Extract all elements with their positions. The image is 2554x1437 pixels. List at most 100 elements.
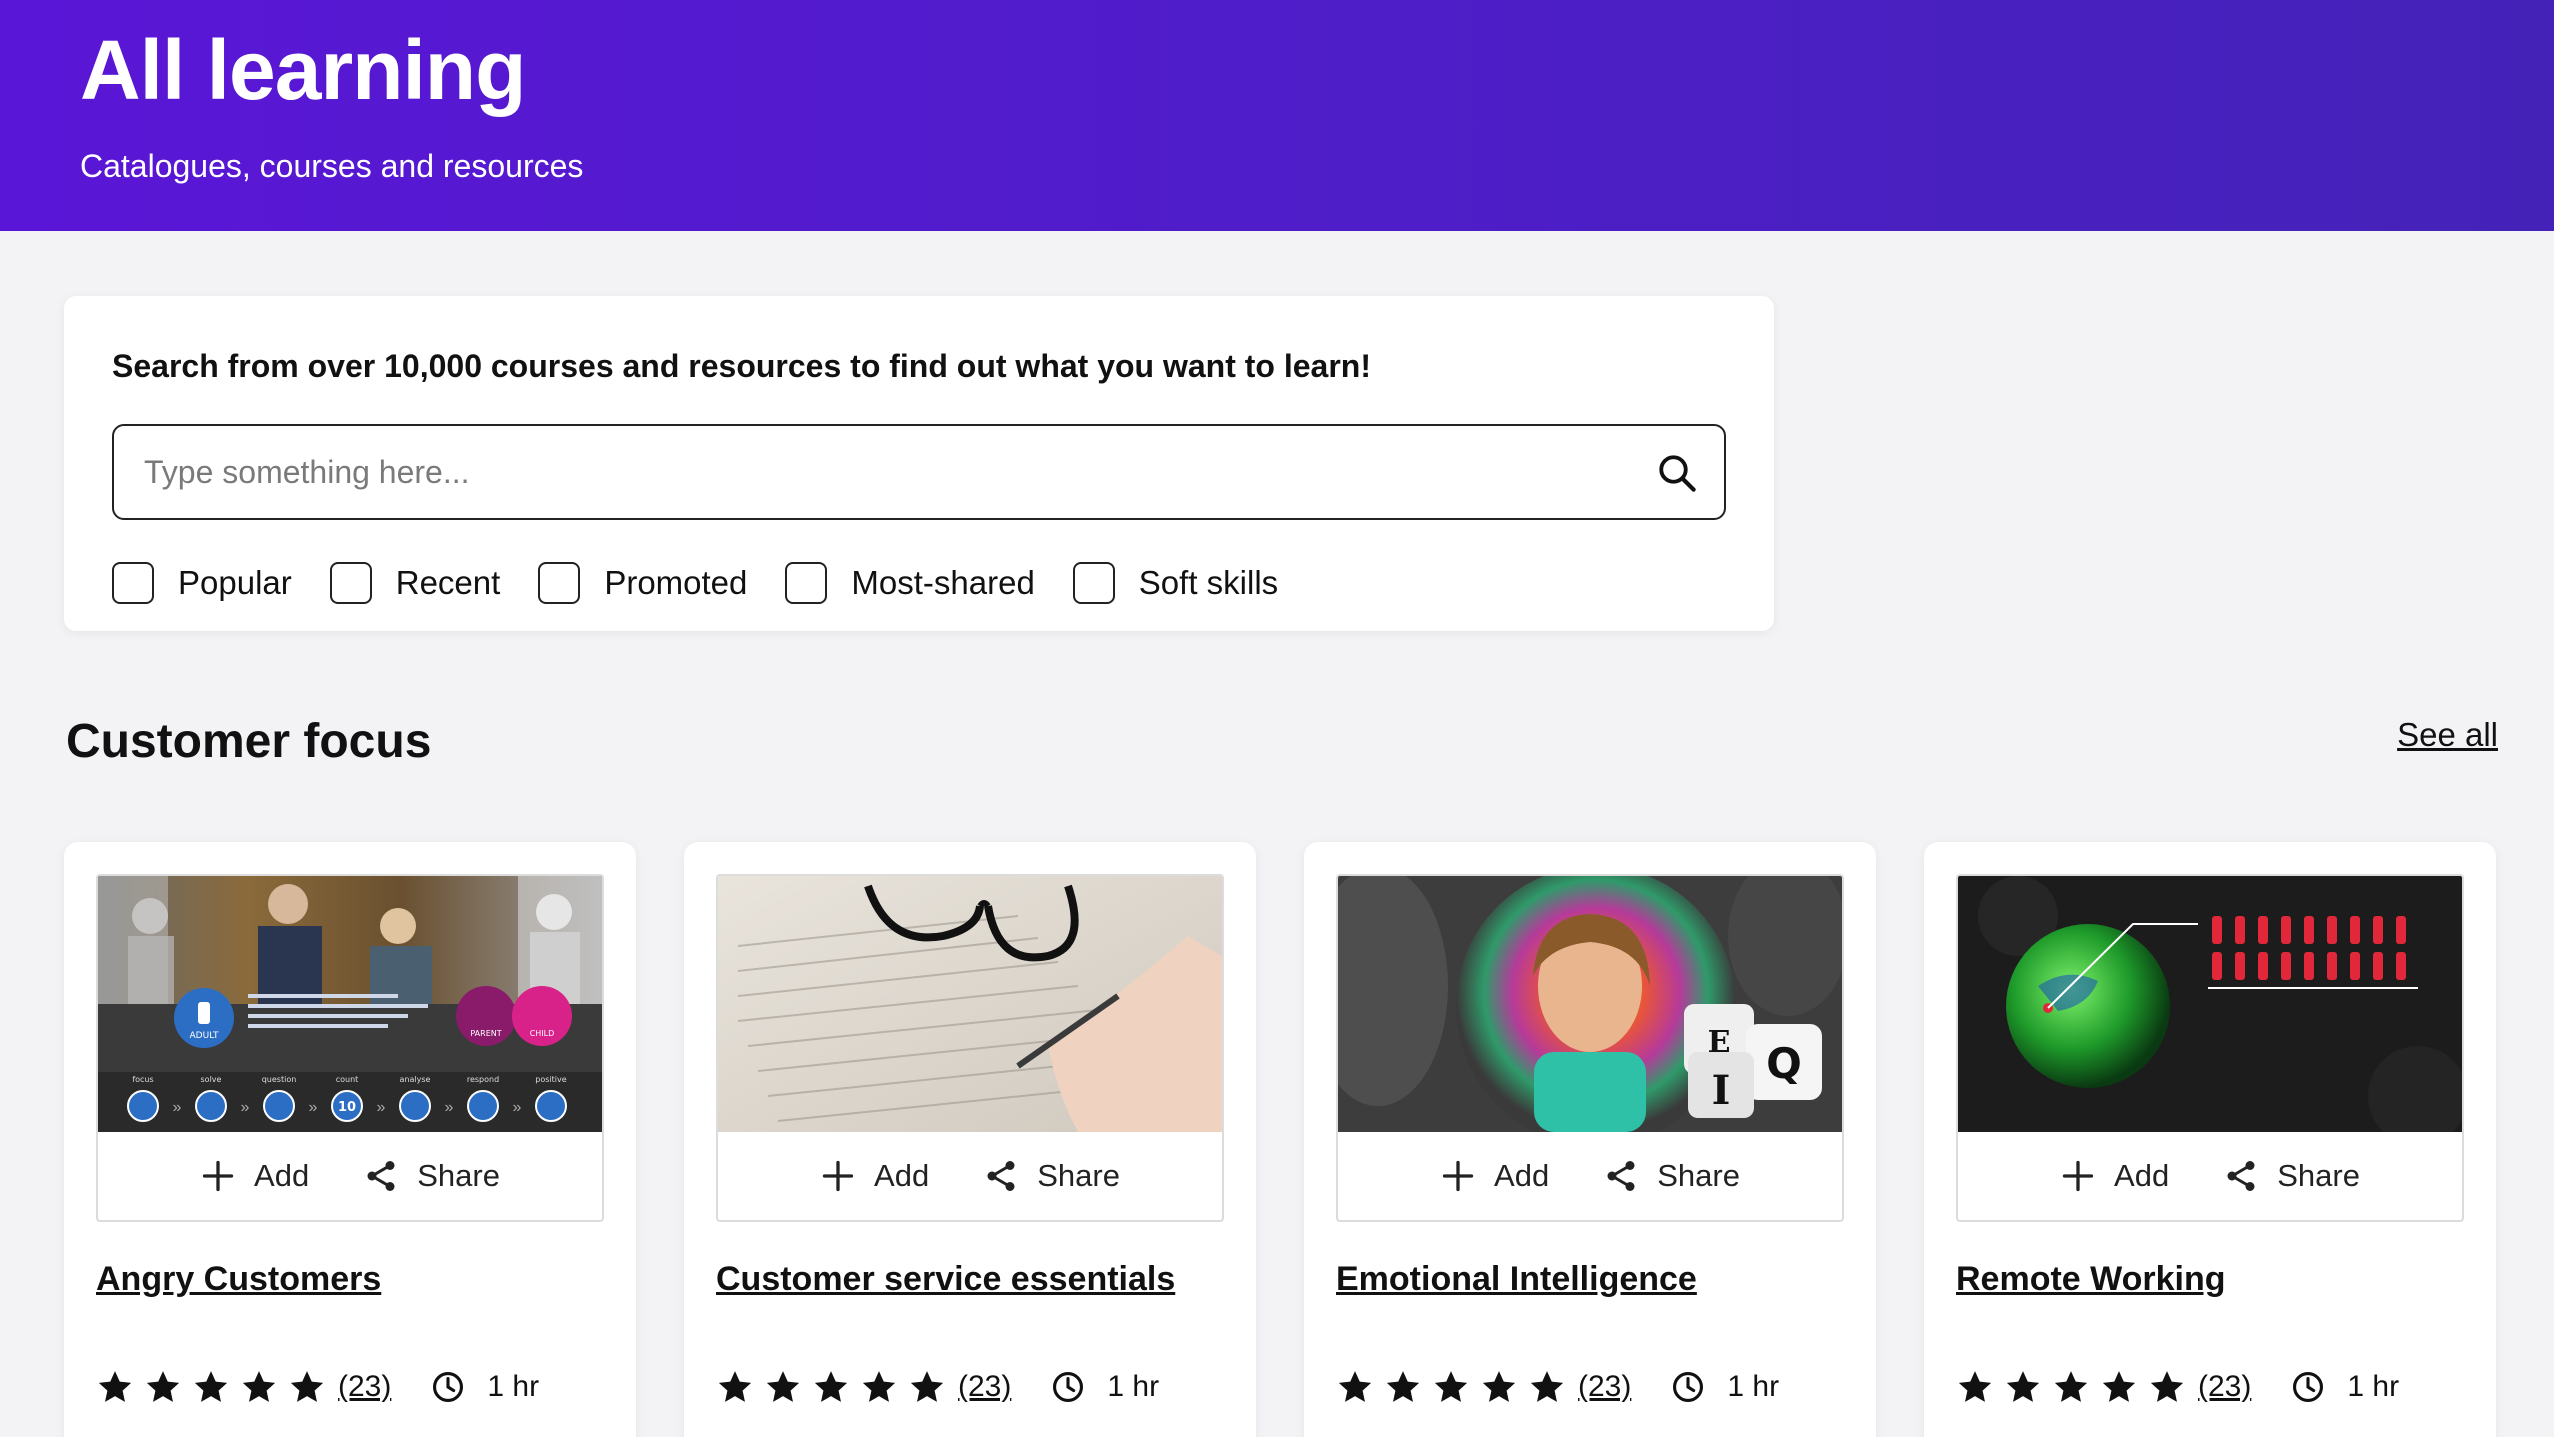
clock-icon bbox=[1053, 1371, 1084, 1403]
star-icon bbox=[1958, 1371, 1992, 1402]
svg-text:analyse: analyse bbox=[400, 1075, 431, 1084]
filter-most-shared[interactable]: Most-shared bbox=[785, 562, 1035, 604]
course-card: Add Share Customer service essentials (2… bbox=[684, 842, 1256, 1437]
star-icon bbox=[2102, 1371, 2136, 1402]
svg-text:count: count bbox=[336, 1075, 359, 1084]
course-card: E I Q Add Share Emotional Intelligence (… bbox=[1304, 842, 1876, 1437]
filter-popular-checkbox[interactable] bbox=[112, 562, 154, 604]
search-input[interactable] bbox=[144, 426, 1624, 518]
search-icon[interactable] bbox=[1656, 452, 1698, 494]
svg-text:ADULT: ADULT bbox=[190, 1031, 219, 1041]
filter-most-shared-checkbox[interactable] bbox=[785, 562, 828, 604]
course-title-link[interactable]: Emotional Intelligence bbox=[1336, 1260, 1697, 1299]
share-label: Share bbox=[1657, 1158, 1740, 1193]
svg-text:»: » bbox=[241, 1099, 250, 1116]
add-button[interactable]: Add bbox=[820, 1158, 929, 1194]
page-header: All learning Catalogues, courses and res… bbox=[0, 0, 2554, 231]
star-rating bbox=[1956, 1368, 2186, 1406]
svg-text:respond: respond bbox=[467, 1075, 499, 1084]
add-button[interactable]: Add bbox=[2060, 1158, 2169, 1194]
plus-icon bbox=[2062, 1160, 2094, 1192]
course-thumbnail[interactable]: ADULT PARENT CHILD focus solve question … bbox=[98, 876, 602, 1132]
rating-count-link[interactable]: (23) bbox=[958, 1370, 1011, 1404]
page-title: All learning bbox=[80, 23, 526, 117]
rating-count-link[interactable]: (23) bbox=[2198, 1370, 2251, 1404]
course-title-link[interactable]: Customer service essentials bbox=[716, 1260, 1175, 1299]
plus-icon bbox=[202, 1160, 234, 1192]
course-title-link[interactable]: Remote Working bbox=[1956, 1260, 2226, 1299]
svg-text:solve: solve bbox=[201, 1075, 222, 1084]
filter-recent[interactable]: Recent bbox=[329, 562, 501, 604]
star-icon bbox=[1482, 1371, 1516, 1402]
star-icon bbox=[2006, 1371, 2040, 1402]
star-icon bbox=[2150, 1371, 2184, 1402]
course-meta: (23) 1 hr bbox=[716, 1362, 1159, 1412]
page-subtitle: Catalogues, courses and resources bbox=[80, 148, 584, 184]
filter-most-shared-label: Most-shared bbox=[851, 564, 1035, 601]
svg-text:»: » bbox=[513, 1099, 522, 1116]
see-all-link[interactable]: See all bbox=[2397, 716, 2498, 754]
share-label: Share bbox=[2277, 1158, 2360, 1193]
add-label: Add bbox=[2114, 1158, 2170, 1193]
course-thumbnail[interactable]: E I Q bbox=[1338, 876, 1842, 1132]
share-button[interactable]: Share bbox=[983, 1158, 1120, 1194]
course-meta: (23) 1 hr bbox=[1336, 1362, 1779, 1412]
filter-soft-skills-label: Soft skills bbox=[1138, 564, 1279, 601]
svg-text:»: » bbox=[445, 1099, 454, 1116]
star-rating bbox=[96, 1368, 326, 1406]
share-button[interactable]: Share bbox=[1603, 1158, 1740, 1194]
filter-promoted[interactable]: Promoted bbox=[538, 562, 747, 604]
filter-soft-skills[interactable]: Soft skills bbox=[1072, 562, 1279, 604]
filter-recent-label: Recent bbox=[395, 564, 501, 601]
star-icon bbox=[98, 1371, 132, 1402]
share-icon bbox=[987, 1161, 1015, 1191]
course-thumbnail[interactable] bbox=[718, 876, 1222, 1132]
course-title-link[interactable]: Angry Customers bbox=[96, 1260, 381, 1299]
add-button[interactable]: Add bbox=[1440, 1158, 1549, 1194]
filter-promoted-checkbox[interactable] bbox=[538, 562, 581, 604]
share-button[interactable]: Share bbox=[363, 1158, 500, 1194]
rating-count-link[interactable]: (23) bbox=[338, 1370, 391, 1404]
share-icon bbox=[367, 1161, 395, 1191]
course-thumbnail-frame: Add Share bbox=[1956, 874, 2464, 1222]
add-label: Add bbox=[1494, 1158, 1550, 1193]
course-duration: 1 hr bbox=[2347, 1370, 2400, 1403]
clock-icon bbox=[2293, 1371, 2324, 1403]
course-card: ADULT PARENT CHILD focus solve question … bbox=[64, 842, 636, 1437]
star-icon bbox=[814, 1371, 848, 1402]
svg-text:CHILD: CHILD bbox=[530, 1029, 555, 1038]
search-heading: Search from over 10,000 courses and reso… bbox=[112, 348, 1371, 384]
svg-text:»: » bbox=[377, 1099, 386, 1116]
star-icon bbox=[146, 1371, 180, 1402]
svg-text:question: question bbox=[262, 1075, 297, 1084]
rating-count-link[interactable]: (23) bbox=[1578, 1370, 1631, 1404]
filter-recent-checkbox[interactable] bbox=[329, 562, 372, 604]
share-label: Share bbox=[417, 1158, 500, 1193]
filter-popular[interactable]: Popular bbox=[112, 562, 292, 604]
share-button[interactable]: Share bbox=[2223, 1158, 2360, 1194]
add-label: Add bbox=[254, 1158, 310, 1193]
svg-text:E: E bbox=[1708, 1025, 1731, 1060]
svg-text:positive: positive bbox=[535, 1075, 566, 1084]
star-icon bbox=[1434, 1371, 1468, 1402]
filter-group: Popular Recent Promoted Most-shared Soft… bbox=[112, 558, 1316, 608]
search-box[interactable] bbox=[112, 424, 1726, 520]
svg-text:I: I bbox=[1712, 1067, 1731, 1114]
star-rating bbox=[1336, 1368, 1566, 1406]
clock-icon bbox=[1673, 1371, 1704, 1403]
star-icon bbox=[910, 1371, 944, 1402]
card-actions: Add Share bbox=[1338, 1132, 1842, 1220]
svg-text:focus: focus bbox=[132, 1075, 153, 1084]
star-icon bbox=[242, 1371, 276, 1402]
add-button[interactable]: Add bbox=[200, 1158, 309, 1194]
card-actions: Add Share bbox=[1958, 1132, 2462, 1220]
svg-text:»: » bbox=[309, 1099, 318, 1116]
course-duration: 1 hr bbox=[1727, 1370, 1780, 1403]
star-icon bbox=[290, 1371, 324, 1402]
course-thumbnail-frame: ADULT PARENT CHILD focus solve question … bbox=[96, 874, 604, 1222]
course-thumbnail[interactable] bbox=[1958, 876, 2462, 1132]
card-actions: Add Share bbox=[718, 1132, 1222, 1220]
share-label: Share bbox=[1037, 1158, 1120, 1193]
filter-soft-skills-checkbox[interactable] bbox=[1072, 562, 1115, 604]
svg-text:PARENT: PARENT bbox=[470, 1029, 501, 1038]
